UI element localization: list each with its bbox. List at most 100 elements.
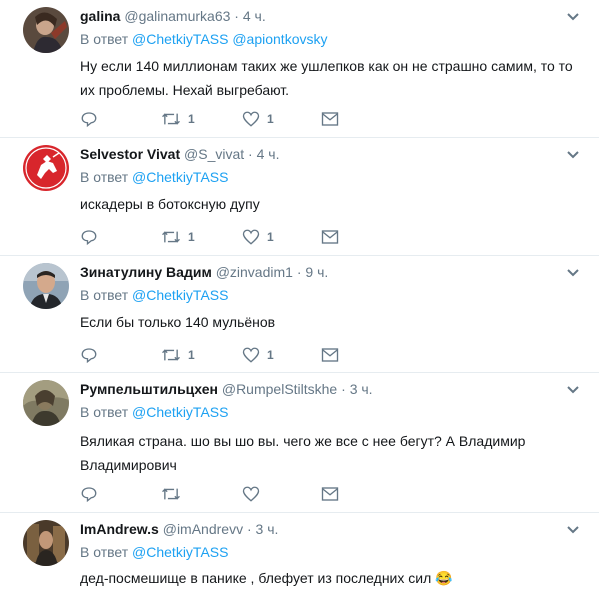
username[interactable]: @RumpelStiltskhe: [222, 381, 337, 397]
reply-prefix: В ответ: [80, 287, 129, 303]
separator-dot: ·: [341, 381, 346, 397]
retweet-button[interactable]: 1: [161, 109, 195, 129]
fullname[interactable]: Selvestor Vivat: [80, 146, 180, 162]
mention-link[interactable]: @apiontkovsky: [232, 31, 327, 47]
reply-button[interactable]: [80, 484, 98, 504]
mention-link[interactable]: @ChetkiyTASS: [132, 31, 228, 47]
fullname[interactable]: ImAndrew.s: [80, 521, 159, 537]
timestamp[interactable]: 4 ч.: [257, 146, 280, 162]
avatar[interactable]: [23, 145, 69, 191]
tweet-actions: 1 1: [80, 345, 380, 365]
caret-down-icon[interactable]: [566, 12, 580, 22]
retweet-icon: [162, 113, 180, 125]
tweet-header: Румпельштильцхен @RumpelStiltskhe · 3 ч.: [80, 381, 373, 397]
caret-down-icon[interactable]: [566, 525, 580, 535]
reply-icon: [81, 487, 97, 503]
tweet-header: galina @galinamurka63 · 4 ч.: [80, 8, 266, 24]
like-button[interactable]: 1: [242, 345, 274, 365]
timestamp[interactable]: 9 ч.: [305, 264, 328, 280]
like-button[interactable]: [242, 484, 267, 504]
tweet-actions: 1 1: [80, 227, 380, 247]
mention-link[interactable]: @ChetkiyTASS: [132, 287, 228, 303]
fullname[interactable]: Зинатулину Вадим: [80, 264, 212, 280]
avatar[interactable]: [23, 380, 69, 426]
reply-context: В ответ @ChetkiyTASS @apiontkovsky: [80, 31, 328, 47]
avatar[interactable]: [23, 520, 69, 566]
tweet[interactable]: Selvestor Vivat @S_vivat · 4 ч. В ответ …: [0, 138, 599, 256]
fullname[interactable]: Румпельштильцхен: [80, 381, 218, 397]
tweet[interactable]: Румпельштильцхен @RumpelStiltskhe · 3 ч.…: [0, 373, 599, 513]
mention-link[interactable]: @ChetkiyTASS: [132, 544, 228, 560]
dm-icon: [321, 348, 339, 362]
retweet-button[interactable]: [161, 484, 188, 504]
tweet-text-line: Вяликая страна. шо вы шо вы. чего же все…: [80, 433, 526, 449]
retweet-icon: [162, 488, 180, 500]
tweet-text: Вяликая страна. шо вы шо вы. чего же все…: [80, 429, 580, 477]
tweet-text-line: искадеры в ботоксную дупу: [80, 196, 260, 212]
reply-button[interactable]: [80, 109, 98, 129]
retweet-count: 1: [188, 230, 195, 244]
fullname[interactable]: galina: [80, 8, 120, 24]
reply-button[interactable]: [80, 227, 98, 247]
username[interactable]: @S_vivat: [184, 146, 244, 162]
retweet-count: 1: [188, 348, 195, 362]
dm-icon: [321, 487, 339, 501]
timestamp[interactable]: 3 ч.: [350, 381, 373, 397]
separator-dot: ·: [234, 8, 239, 24]
tweet-text: искадеры в ботоксную дупу: [80, 192, 580, 216]
mention-link[interactable]: @ChetkiyTASS: [132, 169, 228, 185]
like-count: 1: [267, 348, 274, 362]
direct-message-button[interactable]: [321, 345, 339, 365]
reply-icon: [81, 348, 97, 364]
reply-icon: [81, 230, 97, 246]
username[interactable]: @zinvadim1: [216, 264, 293, 280]
timestamp[interactable]: 4 ч.: [243, 8, 266, 24]
dm-icon: [321, 112, 339, 126]
tweet-actions: 1 1: [80, 109, 380, 129]
reply-context: В ответ @ChetkiyTASS: [80, 544, 228, 560]
caret-down-icon[interactable]: [566, 268, 580, 278]
avatar[interactable]: [23, 263, 69, 309]
direct-message-button[interactable]: [321, 109, 339, 129]
separator-dot: ·: [248, 146, 253, 162]
separator-dot: ·: [296, 264, 302, 280]
direct-message-button[interactable]: [321, 227, 339, 247]
username[interactable]: @galinamurka63: [124, 8, 230, 24]
like-button[interactable]: 1: [242, 227, 274, 247]
reply-prefix: В ответ: [80, 169, 129, 185]
tweet[interactable]: ImAndrew.s @imAndrevv · 3 ч. В ответ @Ch…: [0, 513, 599, 604]
caret-down-icon[interactable]: [566, 385, 580, 395]
tweet-text-line: Если бы только 140 мульёнов: [80, 314, 276, 330]
like-count: 1: [267, 112, 274, 126]
caret-down-icon[interactable]: [566, 150, 580, 160]
direct-message-button[interactable]: [321, 484, 339, 504]
tweet-text: Если бы только 140 мульёнов: [80, 310, 580, 334]
tweet-text: дед-посмешище в панике , блефует из посл…: [80, 566, 580, 590]
retweet-icon: [162, 349, 180, 361]
avatar[interactable]: [23, 7, 69, 53]
reply-prefix: В ответ: [80, 544, 129, 560]
tweet[interactable]: galina @galinamurka63 · 4 ч. В ответ @Ch…: [0, 0, 599, 138]
like-icon: [242, 486, 260, 502]
reply-button[interactable]: [80, 345, 98, 365]
like-button[interactable]: 1: [242, 109, 274, 129]
retweet-count: 1: [188, 112, 195, 126]
mention-link[interactable]: @ChetkiyTASS: [132, 404, 228, 420]
reply-icon: [81, 112, 97, 128]
retweet-button[interactable]: 1: [161, 227, 195, 247]
dm-icon: [321, 230, 339, 244]
tweet-actions: [80, 484, 380, 504]
reply-prefix: В ответ: [80, 404, 129, 420]
retweet-button[interactable]: 1: [161, 345, 195, 365]
like-icon: [242, 229, 260, 245]
retweet-icon: [162, 231, 180, 243]
tweet-header: Зинатулину Вадим @zinvadim1 · 9 ч.: [80, 264, 328, 280]
timestamp[interactable]: 3 ч.: [256, 521, 279, 537]
tweet-header: Selvestor Vivat @S_vivat · 4 ч.: [80, 146, 279, 162]
username[interactable]: @imAndrevv: [163, 521, 243, 537]
tweet[interactable]: Зинатулину Вадим @zinvadim1 · 9 ч. В отв…: [0, 256, 599, 373]
like-count: 1: [267, 230, 274, 244]
tweet-text-line: дед-посмешище в панике , блефует из посл…: [80, 570, 453, 586]
reply-context: В ответ @ChetkiyTASS: [80, 287, 228, 303]
reply-context: В ответ @ChetkiyTASS: [80, 169, 228, 185]
